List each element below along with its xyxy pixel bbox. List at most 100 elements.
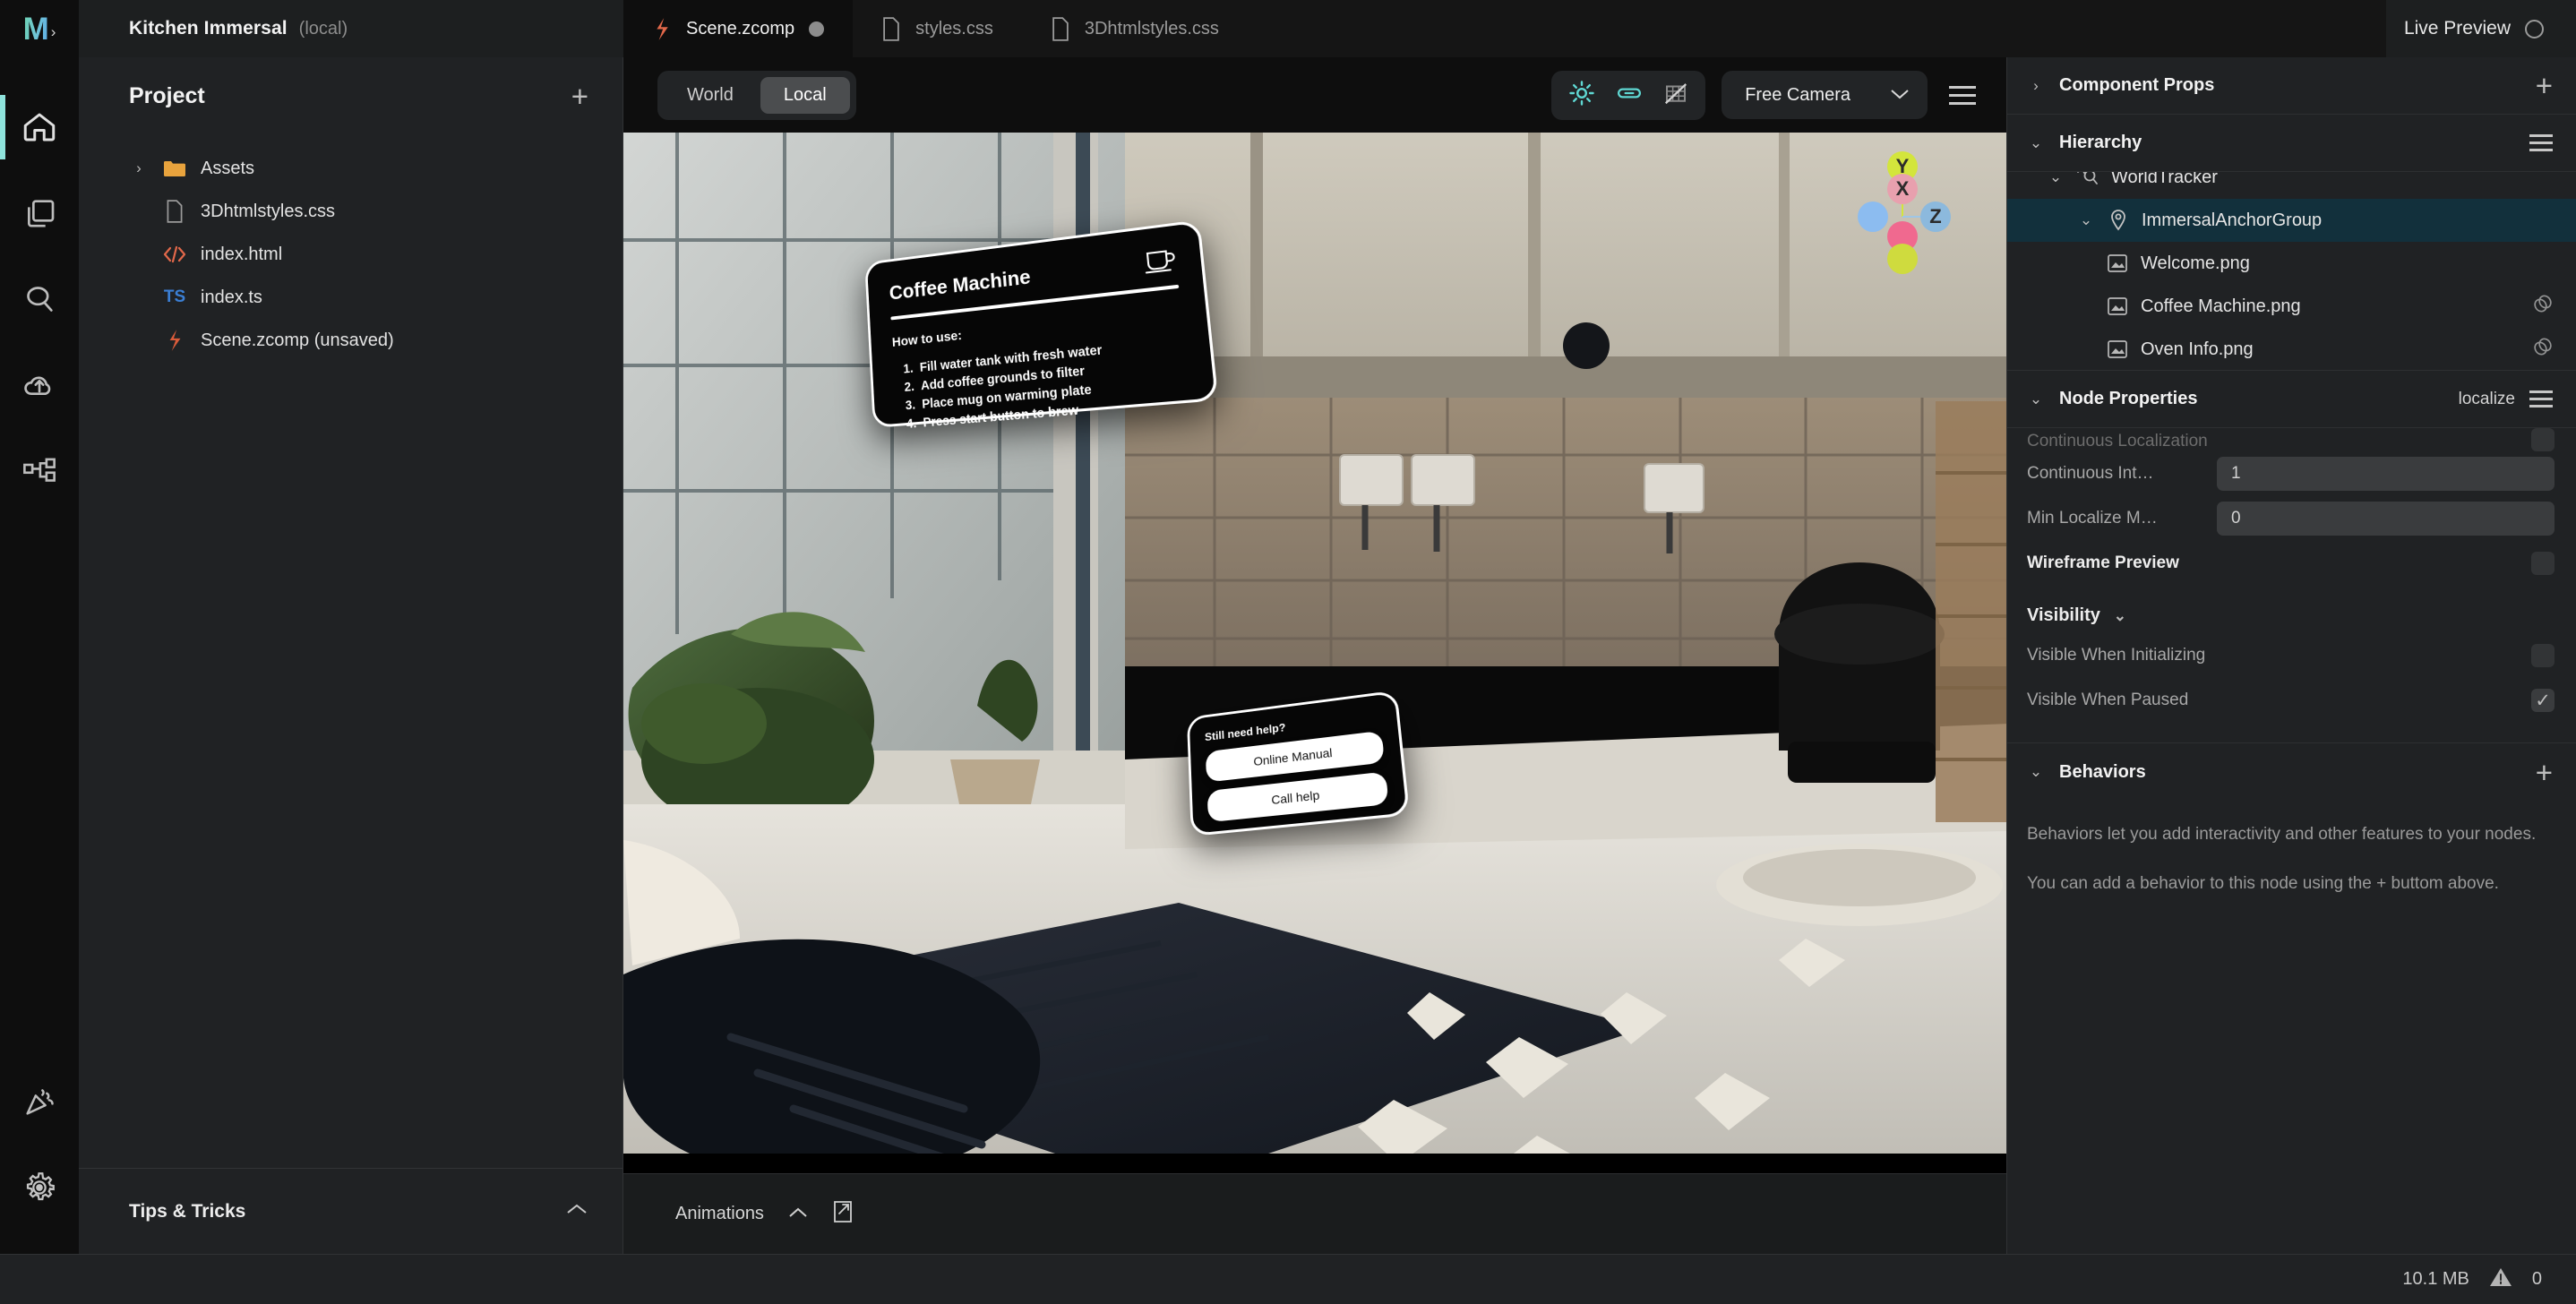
tab-styles-css[interactable]: styles.css (853, 0, 1022, 57)
live-preview-label: Live Preview (2403, 18, 2511, 39)
hierarchy-menu-button[interactable] (2529, 134, 2553, 151)
hierarchy-row-worldtracker[interactable]: ⌄ WorldTracker (2007, 172, 2576, 199)
live-preview-toggle[interactable]: Live Preview (2385, 0, 2576, 57)
camera-select[interactable]: Free Camera (1722, 71, 1928, 119)
gizmo-axis-neg-y[interactable] (1887, 244, 1918, 274)
zcomp-icon (161, 329, 188, 352)
file-icon (1052, 16, 1069, 41)
hierarchy-header[interactable]: ⌄ Hierarchy (2007, 115, 2576, 172)
linked-instance-icon[interactable] (2531, 292, 2555, 321)
gizmo-axis-neg-z[interactable] (1858, 202, 1888, 232)
animations-label[interactable]: Animations (675, 1204, 764, 1224)
prop-row-continuous-localization[interactable]: Continuous Localization (2007, 428, 2576, 451)
external-link-icon[interactable] (832, 1199, 854, 1229)
add-component-prop-button[interactable]: + (2536, 71, 2553, 100)
file-row-index-html[interactable]: index.html (79, 233, 623, 276)
linked-instance-icon[interactable] (2531, 335, 2555, 364)
activity-rail (0, 57, 79, 1254)
chevron-down-icon[interactable]: ⌄ (2111, 607, 2129, 625)
chevron-right-icon[interactable]: › (129, 159, 149, 177)
chevron-down-icon[interactable]: ⌄ (2047, 172, 2065, 186)
warning-triangle-icon[interactable] (2489, 1266, 2512, 1292)
node-properties-menu-button[interactable] (2529, 390, 2553, 408)
project-panel: Project + › Assets 3Dhtmlstyles.css inde… (79, 57, 623, 1254)
axis-gizmo[interactable]: Y X Z (1843, 145, 1951, 274)
rail-item-whats-new[interactable] (0, 1059, 79, 1145)
rail-item-layers[interactable] (0, 170, 79, 256)
hierarchy-row-welcome-png[interactable]: Welcome.png (2007, 242, 2576, 285)
hierarchy-row-oven-info-png[interactable]: Oven Info.png (2007, 328, 2576, 370)
tips-and-tricks-bar[interactable]: Tips & Tricks (79, 1168, 623, 1254)
space-local-button[interactable]: Local (760, 76, 850, 114)
add-file-button[interactable]: + (571, 82, 588, 111)
prop-row-visible-when-initializing[interactable]: Visible When Initializing (2007, 633, 2576, 678)
chevron-down-icon[interactable]: ⌄ (2077, 211, 2095, 229)
folder-icon (161, 159, 188, 178)
file-label: Assets (201, 158, 255, 178)
tab-3dhtmlstyles-css[interactable]: 3Dhtmlstyles.css (1022, 0, 1248, 57)
hierarchy-tree[interactable]: ⌄ WorldTracker ⌄ ImmersalAnchorGroup Wel… (2007, 172, 2576, 371)
hierarchy-row-coffee-machine-png[interactable]: Coffee Machine.png (2007, 285, 2576, 328)
lighting-icon[interactable] (1567, 79, 1596, 112)
visibility-subsection-header[interactable]: Visibility ⌄ (2007, 586, 2576, 633)
wireframe-preview-checkbox[interactable] (2531, 552, 2555, 575)
3d-viewport[interactable]: Y X Z Coffee Machine How to use: 1. Fill… (623, 133, 2006, 1173)
chevron-up-icon[interactable] (565, 1202, 588, 1222)
confetti-icon (26, 1089, 54, 1115)
image-icon (2106, 296, 2129, 316)
rail-item-cloud-upload[interactable] (0, 342, 79, 428)
project-name: Kitchen Immersal (129, 18, 288, 39)
viewport-toolbar: World Local Free Camera (623, 57, 2006, 133)
node-properties-body: Continuous Localization Continuous Int… … (2007, 428, 2576, 743)
node-properties-header[interactable]: ⌄ Node Properties localize (2007, 371, 2576, 428)
file-row-index-ts[interactable]: TS index.ts (79, 276, 623, 319)
min-localize-input[interactable]: 0 (2217, 502, 2555, 536)
prop-label: Visible When Paused (2027, 691, 2189, 709)
file-icon (883, 16, 899, 41)
file-row-scene-zcomp[interactable]: Scene.zcomp (unsaved) (79, 319, 623, 362)
visible-when-initializing-checkbox[interactable] (2531, 644, 2555, 667)
rail-item-search[interactable] (0, 256, 79, 342)
layers-icon (28, 200, 55, 227)
file-row-3dhtmlstyles-css[interactable]: 3Dhtmlstyles.css (79, 190, 623, 233)
grid-off-icon[interactable] (1662, 80, 1689, 111)
chevron-down-icon[interactable]: ⌄ (2027, 763, 2045, 781)
continuous-localization-checkbox[interactable] (2531, 428, 2555, 451)
coffee-card-title-row: Coffee Machine (889, 245, 1177, 305)
animations-collapse-icon[interactable] (787, 1205, 809, 1224)
prop-row-wireframe-preview[interactable]: Wireframe Preview (2007, 541, 2576, 586)
prop-label: Continuous Int… (2027, 464, 2154, 483)
file-label: index.html (201, 244, 283, 264)
component-props-header[interactable]: › Component Props + (2007, 57, 2576, 115)
visible-when-paused-checkbox[interactable] (2531, 689, 2555, 712)
tab-scene-zcomp[interactable]: Scene.zcomp (623, 0, 854, 57)
chevron-down-icon[interactable]: ⌄ (2027, 134, 2045, 152)
gizmo-axis-z[interactable]: Z (1920, 202, 1951, 232)
app-logo[interactable]: M › (0, 0, 79, 57)
hierarchy-row-immersalanchorgroup[interactable]: ⌄ ImmersalAnchorGroup (2007, 199, 2576, 242)
rail-item-settings[interactable] (0, 1145, 79, 1231)
tips-label: Tips & Tricks (129, 1200, 246, 1222)
link-icon[interactable] (1616, 80, 1643, 111)
prop-row-min-localize[interactable]: Min Localize M… 0 (2007, 496, 2576, 541)
chevron-down-icon[interactable]: ⌄ (2027, 390, 2045, 408)
add-behavior-button[interactable]: + (2536, 758, 2553, 787)
gizmo-axis-x[interactable]: X (1887, 174, 1918, 204)
visibility-title: Visibility (2027, 605, 2100, 625)
rail-item-home[interactable] (0, 84, 79, 170)
continuous-interval-input[interactable]: 1 (2217, 457, 2555, 491)
viewport-menu-button[interactable] (1944, 77, 1981, 114)
search-icon (27, 287, 53, 312)
space-world-button[interactable]: World (664, 77, 757, 114)
prop-row-visible-when-paused[interactable]: Visible When Paused (2007, 678, 2576, 723)
rail-item-node-graph[interactable] (0, 428, 79, 514)
hierarchy-label: Welcome.png (2141, 253, 2250, 273)
prop-label: Min Localize M… (2027, 509, 2158, 528)
prop-row-continuous-interval[interactable]: Continuous Int… 1 (2007, 451, 2576, 496)
localize-button[interactable]: localize (2459, 390, 2515, 409)
file-row-assets[interactable]: › Assets (79, 147, 623, 190)
home-icon (23, 113, 56, 142)
behaviors-header[interactable]: ⌄ Behaviors + (2007, 743, 2576, 801)
project-title-area: Kitchen Immersal (local) (79, 0, 623, 57)
chevron-right-icon[interactable]: › (2027, 77, 2045, 95)
